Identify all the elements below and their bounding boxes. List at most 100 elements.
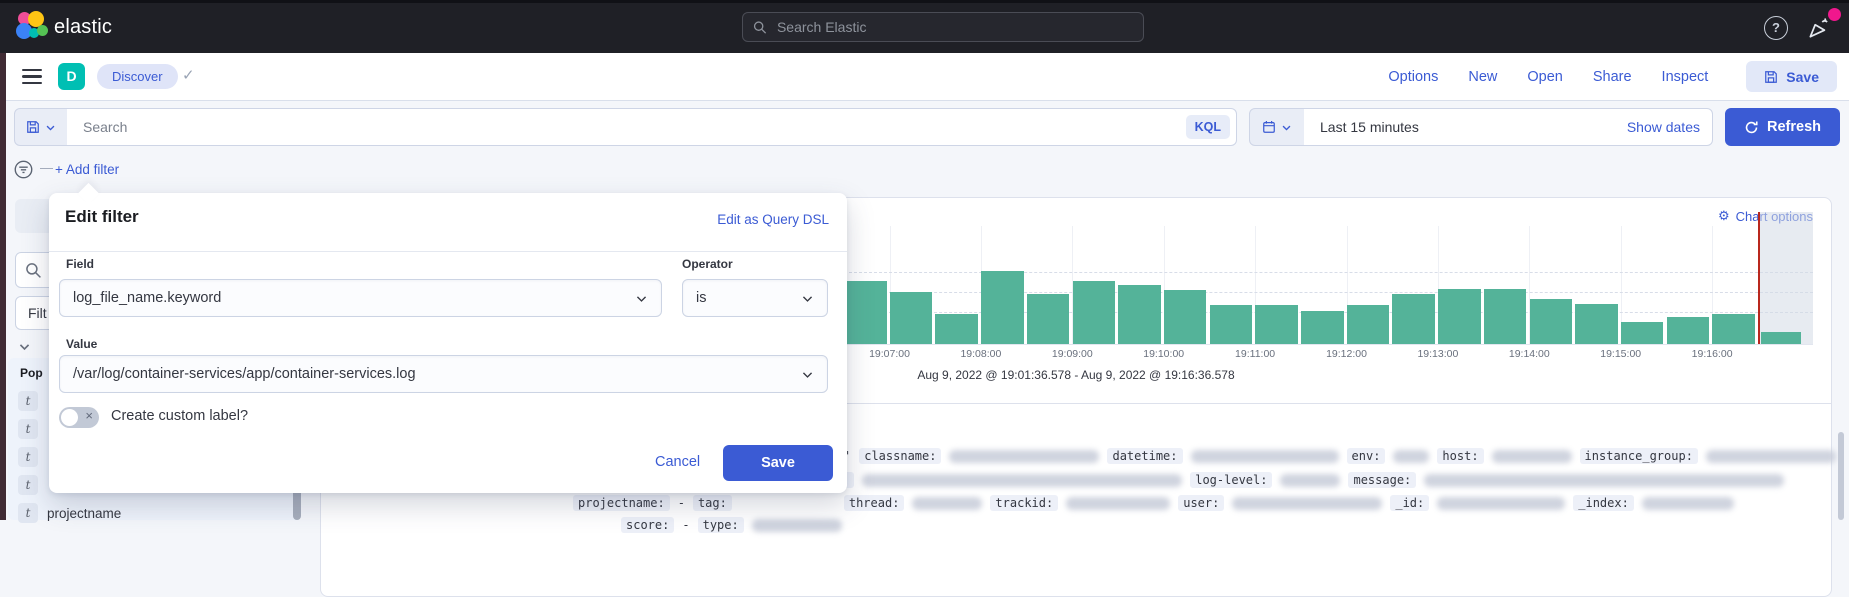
histogram-bar[interactable] — [1712, 314, 1755, 344]
menu-icon[interactable] — [22, 69, 42, 84]
value-select[interactable]: /var/log/container-services/app/containe… — [59, 355, 828, 393]
header-link-open[interactable]: Open — [1527, 69, 1562, 85]
chevron-down-icon[interactable] — [18, 340, 31, 353]
field-name-pill[interactable]: _id: — [1390, 495, 1429, 511]
histogram-bar[interactable] — [1073, 281, 1116, 344]
field-name-pill[interactable]: message: — [1348, 472, 1416, 488]
field-name-pill[interactable]: trackid: — [990, 495, 1058, 511]
document-row[interactable]: score:-type: — [621, 517, 842, 533]
histogram-bar[interactable] — [1761, 332, 1801, 344]
histogram-bar[interactable] — [1255, 305, 1298, 344]
chart-plot[interactable]: 19:07:0019:08:0019:09:0019:10:0019:11:00… — [844, 226, 1813, 345]
chevron-down-icon — [801, 368, 814, 381]
field-name-pill[interactable]: score: — [621, 517, 674, 533]
field-name-pill[interactable]: classname: — [859, 448, 941, 464]
save-query-icon — [26, 120, 40, 134]
header-link-inspect[interactable]: Inspect — [1662, 69, 1709, 85]
redacted-value — [912, 497, 982, 510]
calendar-icon — [1262, 120, 1276, 134]
show-dates-link[interactable]: Show dates — [1627, 119, 1700, 135]
field-value-text: - — [678, 496, 685, 510]
header-link-new[interactable]: New — [1468, 69, 1497, 85]
histogram-bar[interactable] — [1210, 305, 1253, 344]
field-type-icon: t — [18, 447, 38, 467]
sidebar-field-item[interactable]: t — [18, 391, 38, 411]
checkmark-icon[interactable]: ✓ — [182, 66, 195, 84]
header-link-share[interactable]: Share — [1593, 69, 1632, 85]
header-actions: Options New Open Share Inspect Save — [1388, 53, 1849, 100]
sidebar-field-item[interactable]: t — [18, 419, 38, 439]
edit-as-query-dsl-link[interactable]: Edit as Query DSL — [717, 212, 829, 227]
elastic-logo-icon[interactable] — [16, 11, 48, 43]
field-name-pill[interactable]: datetime: — [1107, 448, 1182, 464]
field-name-pill[interactable]: env: — [1347, 448, 1386, 464]
field-name-pill[interactable]: user: — [1178, 495, 1224, 511]
histogram-bar[interactable] — [890, 292, 933, 344]
global-search-input[interactable] — [775, 18, 1133, 36]
histogram-bar[interactable] — [1575, 304, 1618, 344]
histogram-bar[interactable] — [1027, 294, 1070, 344]
field-name-pill[interactable]: type: — [698, 517, 744, 533]
redacted-value — [1280, 474, 1340, 487]
search-icon — [753, 20, 767, 35]
header-link-options[interactable]: Options — [1388, 69, 1438, 85]
kql-language-button[interactable]: KQL — [1186, 115, 1230, 139]
time-range-control[interactable]: Last 15 minutes Show dates — [1304, 108, 1713, 146]
popular-fields-heading: Pop — [20, 366, 43, 380]
field-name-pill[interactable]: host: — [1437, 448, 1483, 464]
field-name-pill[interactable]: log-level: — [1190, 472, 1272, 488]
histogram-bar[interactable] — [935, 314, 978, 344]
help-icon[interactable]: ? — [1764, 16, 1788, 40]
x-axis-tick-label: 19:14:00 — [1494, 348, 1564, 360]
operator-select[interactable]: is — [682, 279, 828, 317]
document-row[interactable]: projectname:-tag: thread: trackid: user: _id… — [573, 495, 1734, 511]
field-name-pill[interactable]: projectname: — [573, 495, 670, 511]
histogram-bar[interactable] — [1667, 317, 1710, 344]
field-name-pill[interactable]: tag: — [693, 495, 732, 511]
custom-label-toggle[interactable]: × — [59, 407, 99, 428]
date-picker-quick-menu[interactable] — [1249, 108, 1305, 146]
document-row[interactable]: 'classname:datetime:env:host:instance_gr… — [844, 448, 1836, 464]
histogram-bar[interactable] — [1164, 290, 1207, 344]
redacted-value — [1437, 497, 1565, 510]
field-name: projectname — [47, 506, 121, 521]
redacted-value — [1232, 497, 1382, 510]
field-select[interactable]: log_file_name.keyword — [59, 279, 662, 317]
document-row[interactable]: :log-level:message: — [837, 472, 1784, 488]
histogram-bar[interactable] — [1484, 289, 1527, 344]
edit-filter-dialog: Edit filter Edit as Query DSL Field Oper… — [49, 193, 847, 493]
saved-query-menu-button[interactable] — [14, 108, 68, 146]
histogram-bar[interactable] — [1392, 294, 1435, 344]
sidebar-field-item[interactable]: t — [18, 475, 38, 495]
time-range-value[interactable]: Last 15 minutes — [1316, 119, 1627, 135]
histogram-bar[interactable] — [1530, 299, 1573, 344]
x-axis-tick-label: 19:07:00 — [855, 348, 925, 360]
histogram-bar[interactable] — [1118, 285, 1161, 344]
add-filter-link[interactable]: + Add filter — [55, 162, 119, 177]
vertical-scrollbar[interactable] — [1838, 432, 1844, 520]
filter-set-icon[interactable] — [14, 160, 33, 179]
field-name-pill[interactable]: instance_group: — [1580, 448, 1698, 464]
refresh-button[interactable]: Refresh — [1725, 108, 1840, 146]
popover-arrow — [78, 183, 99, 204]
histogram-bar[interactable] — [1301, 311, 1344, 344]
save-button[interactable]: Save — [1746, 61, 1837, 92]
field-name-pill[interactable]: thread: — [844, 495, 905, 511]
histogram-bar[interactable] — [1347, 305, 1390, 344]
dialog-save-button[interactable]: Save — [723, 445, 833, 481]
field-name-pill[interactable]: _index: — [1573, 495, 1634, 511]
field-value-text: - — [682, 518, 689, 532]
cancel-button[interactable]: Cancel — [655, 454, 700, 470]
query-input[interactable] — [67, 119, 1186, 135]
sidebar-field-item[interactable]: t — [18, 447, 38, 467]
breadcrumb[interactable]: Discover — [97, 64, 178, 89]
histogram-bar[interactable] — [981, 271, 1024, 344]
histogram-bar[interactable] — [844, 281, 887, 344]
dialog-title: Edit filter — [65, 207, 139, 227]
histogram-bar[interactable] — [1438, 289, 1481, 344]
histogram-bar[interactable] — [1621, 322, 1664, 344]
sidebar-field-item-projectname[interactable]: tprojectname — [18, 503, 121, 523]
app-badge[interactable]: D — [58, 63, 85, 90]
global-search[interactable] — [742, 12, 1144, 42]
newsfeed-icon[interactable] — [1806, 15, 1832, 41]
